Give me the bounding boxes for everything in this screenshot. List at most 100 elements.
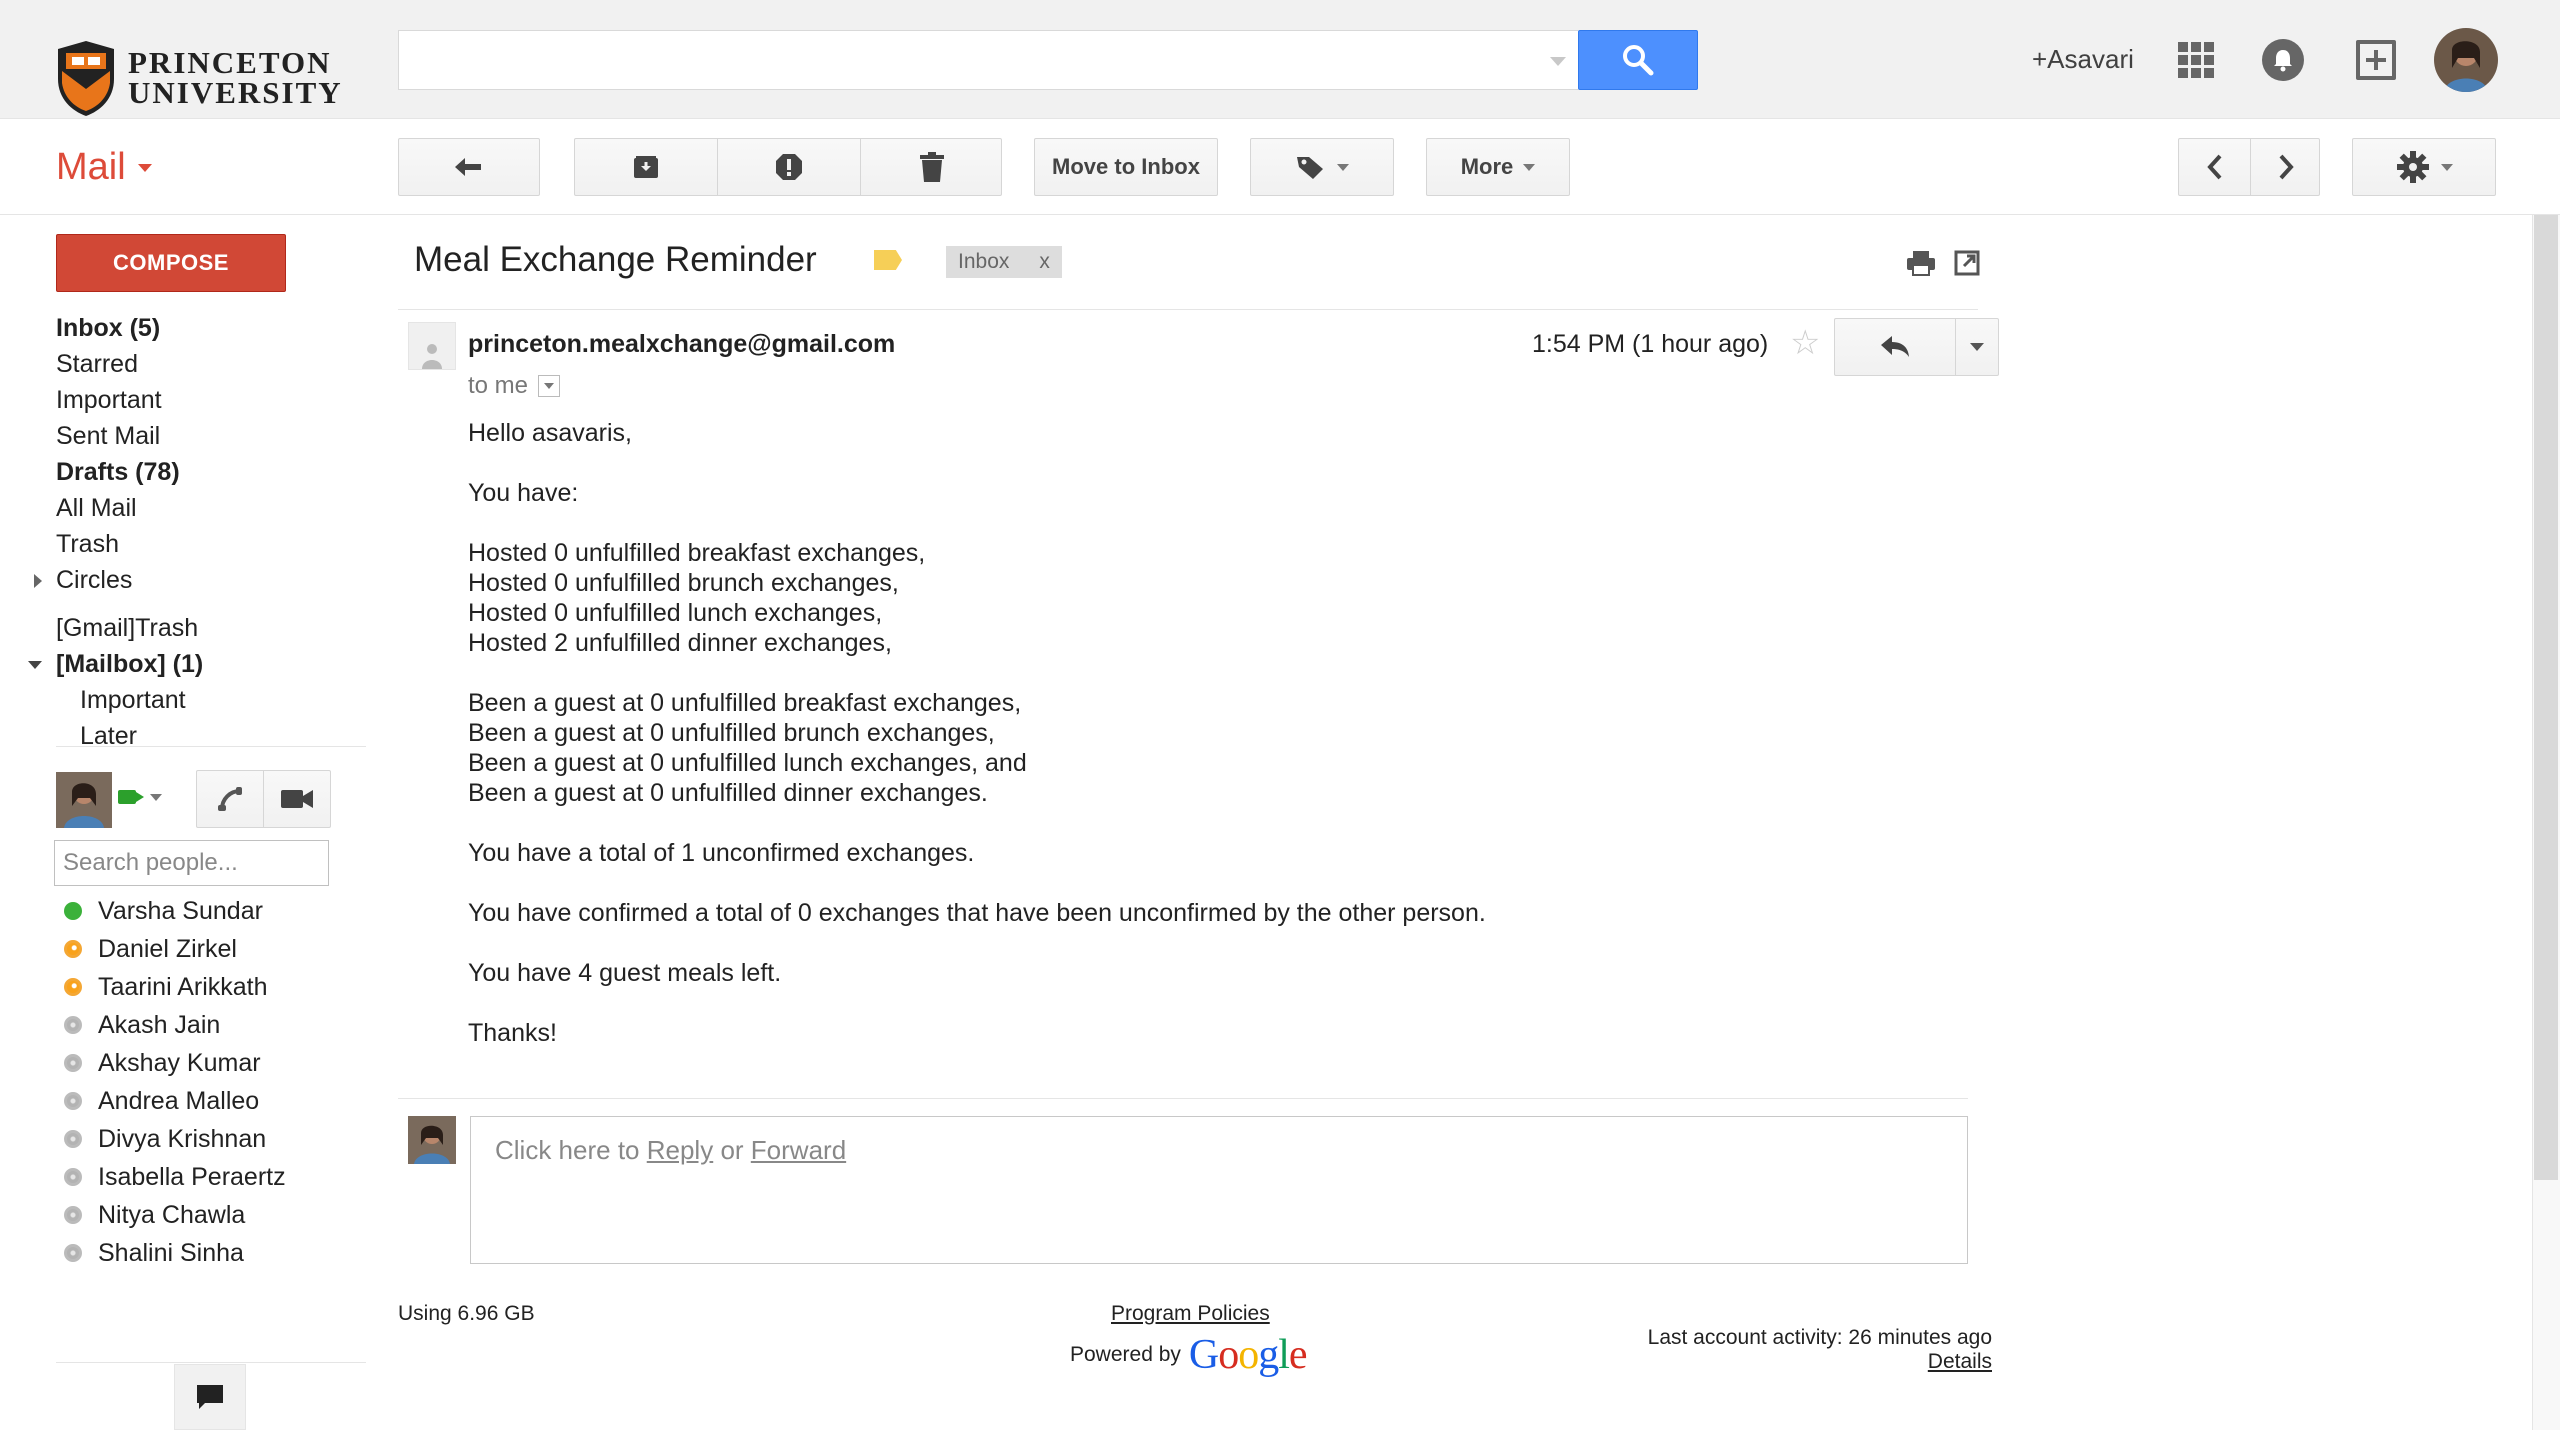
- chat-contact[interactable]: Daniel Zirkel: [64, 930, 364, 968]
- chat-contact[interactable]: Andrea Malleo: [64, 1082, 364, 1120]
- quick-reply-box[interactable]: Click here to Reply or Forward: [470, 1116, 1968, 1264]
- offline-status-icon: [64, 1054, 82, 1072]
- chevron-down-icon: [150, 793, 162, 801]
- body-hosted-line: Hosted 0 unfulfilled breakfast exchanges…: [468, 539, 926, 567]
- contact-name: Varsha Sundar: [98, 896, 263, 925]
- logo-line-1: PRINCETON: [128, 45, 332, 80]
- sidebar-item-trash[interactable]: Trash: [56, 526, 366, 562]
- star-icon[interactable]: ☆: [1790, 326, 1820, 360]
- label-tag-icon[interactable]: [874, 250, 902, 270]
- sidebar-item-circles[interactable]: Circles: [34, 562, 366, 598]
- chat-contact[interactable]: Shalini Sinha: [64, 1234, 364, 1272]
- chat-contact[interactable]: Varsha Sundar: [64, 892, 364, 930]
- reply-link[interactable]: Reply: [647, 1135, 713, 1165]
- expand-arrow-icon[interactable]: [34, 574, 42, 588]
- search-input[interactable]: [399, 31, 1578, 89]
- search-people-input[interactable]: [55, 841, 328, 885]
- sidebar-item-gmail-trash[interactable]: [Gmail]Trash: [56, 610, 366, 646]
- share-icon[interactable]: [2356, 40, 2396, 80]
- chat-contact[interactable]: Akash Jain: [64, 1006, 364, 1044]
- trash-icon: [920, 152, 944, 182]
- chat-contact[interactable]: Nitya Chawla: [64, 1196, 364, 1234]
- show-details-button[interactable]: [538, 375, 561, 397]
- sidebar-item-mailbox-later[interactable]: Later: [56, 718, 366, 754]
- chat-status-selector[interactable]: [118, 790, 162, 804]
- account-name-link[interactable]: +Asavari: [2032, 44, 2134, 75]
- print-icon[interactable]: [1906, 250, 1936, 281]
- body-guest-meals: You have 4 guest meals left.: [468, 959, 782, 987]
- hangouts-button[interactable]: [174, 1364, 246, 1430]
- mail-menu-button[interactable]: Mail: [56, 146, 152, 189]
- chat-contact[interactable]: Taarini Arikkath: [64, 968, 364, 1006]
- move-to-inbox-button[interactable]: Move to Inbox: [1034, 138, 1218, 196]
- sender-avatar[interactable]: [408, 322, 456, 370]
- remove-label-button[interactable]: x: [1039, 250, 1050, 274]
- settings-button[interactable]: [2352, 138, 2496, 196]
- reply-options-button[interactable]: [1955, 318, 1999, 376]
- notifications-icon[interactable]: [2262, 39, 2304, 81]
- sidebar-item-starred[interactable]: Starred: [56, 346, 366, 382]
- chat-contact[interactable]: Divya Krishnan: [64, 1120, 364, 1158]
- scrollbar-thumb[interactable]: [2534, 215, 2558, 1180]
- collapse-arrow-icon[interactable]: [28, 661, 42, 669]
- compose-button[interactable]: COMPOSE: [56, 234, 286, 292]
- contact-name: Daniel Zirkel: [98, 934, 237, 963]
- search-people-box[interactable]: [54, 840, 329, 886]
- sidebar-item-important[interactable]: Important: [56, 382, 366, 418]
- search-icon: [1623, 45, 1654, 76]
- search-button[interactable]: [1578, 30, 1698, 90]
- sidebar-item-mailbox[interactable]: [Mailbox] (1): [28, 646, 366, 682]
- account-avatar[interactable]: [2434, 28, 2498, 92]
- reply-button[interactable]: [1834, 318, 1956, 376]
- body-total-unconfirmed: You have a total of 1 unconfirmed exchan…: [468, 839, 975, 867]
- newer-button[interactable]: [2179, 139, 2250, 195]
- video-camera-icon: [281, 790, 313, 808]
- program-policies-link[interactable]: Program Policies: [1111, 1302, 1270, 1326]
- older-button[interactable]: [2251, 139, 2321, 195]
- back-to-inbox-button[interactable]: [398, 138, 540, 196]
- offline-status-icon: [64, 1092, 82, 1110]
- sidebar-bottom-divider: [56, 1362, 366, 1363]
- offline-status-icon: [64, 1168, 82, 1186]
- reply-user-avatar: [408, 1116, 456, 1164]
- new-window-icon[interactable]: [1954, 250, 1980, 281]
- chat-self-avatar[interactable]: [56, 772, 112, 828]
- forward-link[interactable]: Forward: [751, 1135, 846, 1165]
- idle-status-icon: [64, 978, 82, 996]
- activity-details-link[interactable]: Details: [1630, 1350, 1992, 1374]
- chat-contact[interactable]: Isabella Peraertz: [64, 1158, 364, 1196]
- more-button[interactable]: More: [1426, 138, 1570, 196]
- video-call-button[interactable]: [263, 770, 331, 828]
- labels-button[interactable]: [1250, 138, 1394, 196]
- delete-button[interactable]: [861, 139, 1003, 195]
- sidebar-item-mailbox-label: [Mailbox] (1): [56, 650, 204, 678]
- offline-status-icon: [64, 1130, 82, 1148]
- call-phone-button[interactable]: [196, 770, 264, 828]
- sender-email[interactable]: princeton.mealxchange@gmail.com: [468, 330, 895, 359]
- idle-status-icon: [64, 940, 82, 958]
- chat-contact[interactable]: Akshay Kumar: [64, 1044, 364, 1082]
- body-hosted-line: Hosted 2 unfulfilled dinner exchanges,: [468, 629, 892, 657]
- princeton-logo[interactable]: PRINCETON UNIVERSITY: [54, 38, 343, 118]
- archive-button[interactable]: [575, 139, 717, 195]
- google-logo-letter: o: [1238, 1332, 1259, 1378]
- chevron-left-icon: [2206, 154, 2221, 180]
- search-box[interactable]: [398, 30, 1578, 90]
- message-body: Hello asavaris, You have: Hosted 0 unful…: [468, 418, 1968, 1048]
- pagination-group: [2178, 138, 2320, 196]
- apps-icon[interactable]: [2178, 42, 2214, 78]
- archive-icon: [634, 156, 658, 178]
- last-account-activity: Last account activity: 26 minutes ago: [1647, 1326, 1992, 1349]
- report-spam-button[interactable]: [718, 139, 860, 195]
- contact-name: Akshay Kumar: [98, 1048, 261, 1077]
- google-logo-letter: o: [1218, 1332, 1239, 1378]
- sidebar-item-all-mail[interactable]: All Mail: [56, 490, 366, 526]
- sidebar-item-inbox[interactable]: Inbox (5): [56, 310, 366, 346]
- search-options-caret-icon[interactable]: [1550, 57, 1566, 66]
- powered-by: Powered by Google: [1070, 1332, 1308, 1378]
- sidebar-item-drafts[interactable]: Drafts (78): [56, 454, 366, 490]
- sidebar-item-mailbox-important[interactable]: Important: [56, 682, 366, 718]
- actions-button-group: [574, 138, 1002, 196]
- inbox-label-text[interactable]: Inbox: [958, 250, 1009, 274]
- sidebar-item-sent-mail[interactable]: Sent Mail: [56, 418, 366, 454]
